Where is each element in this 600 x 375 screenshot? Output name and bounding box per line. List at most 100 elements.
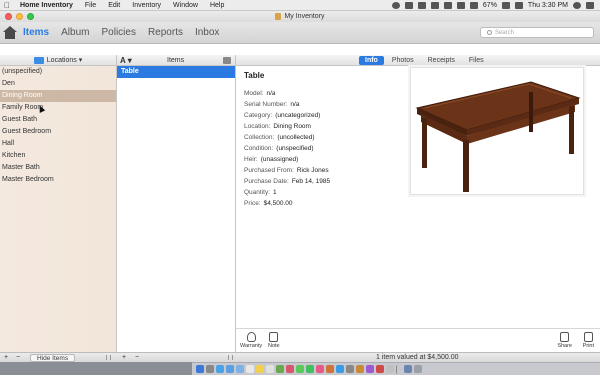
spotlight-icon[interactable]: [573, 1, 581, 9]
item-photo[interactable]: [410, 67, 584, 195]
field-label: Purchase Date:: [244, 178, 289, 185]
locations-header-label: Locations ▾: [46, 57, 83, 64]
messages-icon[interactable]: [296, 365, 304, 373]
document-icon: [275, 13, 282, 20]
system-preferences-icon[interactable]: [346, 365, 354, 373]
display-icon[interactable]: [404, 1, 413, 9]
location-item[interactable]: Kitchen: [0, 150, 116, 162]
app-icon[interactable]: [386, 365, 394, 373]
maps-icon[interactable]: [276, 365, 284, 373]
field-value: 1: [273, 189, 277, 196]
tab-receipts[interactable]: Receipts: [422, 56, 461, 65]
field-purchase-date: Purchase Date: Feb 14, 1985: [244, 176, 414, 187]
tab-album[interactable]: Album: [55, 22, 95, 44]
field-location: Location: Dining Room: [244, 121, 414, 132]
timemachine-icon[interactable]: [430, 1, 439, 9]
location-item[interactable]: Den: [0, 78, 116, 90]
contacts-icon[interactable]: [236, 365, 244, 373]
volume-icon[interactable]: [469, 1, 478, 9]
item-row-selected[interactable]: Table: [117, 66, 235, 78]
flag-icon[interactable]: [514, 1, 523, 9]
item-details: Table Model: n/a Serial Number: n/a Catego…: [244, 71, 414, 209]
menu-app-name[interactable]: Home Inventory: [14, 0, 79, 11]
app-window: My Inventory Items Album Policies Report…: [0, 11, 600, 362]
resize-grip-icon[interactable]: [106, 355, 111, 360]
add-location-button[interactable]: +: [4, 353, 8, 362]
finder-icon[interactable]: [196, 365, 204, 373]
notes-icon[interactable]: [256, 365, 264, 373]
menu-edit[interactable]: Edit: [102, 0, 126, 11]
calendar-icon[interactable]: [246, 365, 254, 373]
print-label: Print: [582, 343, 594, 349]
sort-button[interactable]: A ▾: [120, 56, 132, 65]
photos-icon[interactable]: [286, 365, 294, 373]
location-item[interactable]: Family Room: [0, 102, 116, 114]
field-value: $4,500.00: [263, 200, 293, 207]
location-item[interactable]: (unspecified): [0, 66, 116, 78]
facetime-icon[interactable]: [306, 365, 314, 373]
app-store-icon[interactable]: [336, 365, 344, 373]
location-item-selected[interactable]: Dining Room: [0, 90, 116, 102]
airplay-icon[interactable]: [443, 1, 452, 9]
home-inventory-app-icon[interactable]: [356, 365, 364, 373]
clock[interactable]: Thu 3:30 PM: [528, 0, 568, 11]
menu-window[interactable]: Window: [167, 0, 204, 11]
tab-files[interactable]: Files: [463, 56, 490, 65]
field-value: n/a: [266, 90, 276, 97]
tab-items[interactable]: Items: [17, 22, 55, 44]
location-item[interactable]: Master Bedroom: [0, 174, 116, 186]
ibooks-icon[interactable]: [326, 365, 334, 373]
dock-separator: [396, 364, 402, 374]
hide-items-button[interactable]: Hide Items: [30, 354, 76, 362]
tab-policies[interactable]: Policies: [95, 22, 141, 44]
locations-header[interactable]: Locations ▾: [0, 55, 116, 66]
note-button[interactable]: Note: [268, 332, 280, 349]
menubar:  Home Inventory File Edit Inventory Win…: [0, 0, 600, 11]
wifi-icon[interactable]: [456, 1, 465, 9]
resize-grip-icon[interactable]: [228, 355, 233, 360]
minimize-button[interactable]: [16, 13, 23, 20]
tab-inbox[interactable]: Inbox: [189, 22, 225, 44]
mail-icon[interactable]: [226, 365, 234, 373]
remove-location-button[interactable]: −: [16, 353, 20, 362]
print-button[interactable]: Print: [583, 332, 594, 349]
menu-help[interactable]: Help: [204, 0, 230, 11]
menu-inventory[interactable]: Inventory: [126, 0, 167, 11]
launchpad-icon[interactable]: [206, 365, 214, 373]
field-value: (unassigned): [260, 156, 299, 163]
battery-percent[interactable]: 67%: [483, 0, 497, 11]
share-icon: [560, 332, 570, 342]
share-button[interactable]: Share: [557, 332, 572, 349]
home-icon[interactable]: [3, 25, 17, 40]
tab-reports[interactable]: Reports: [142, 22, 189, 44]
battery-icon[interactable]: [501, 1, 510, 9]
field-label: Model:: [244, 90, 264, 97]
app-icon[interactable]: [366, 365, 374, 373]
itunes-icon[interactable]: [316, 365, 324, 373]
zoom-button[interactable]: [27, 13, 34, 20]
trash-icon[interactable]: [414, 365, 422, 373]
safari-icon[interactable]: [216, 365, 224, 373]
record-icon[interactable]: [391, 1, 400, 9]
remove-item-button[interactable]: −: [135, 353, 139, 362]
field-category: Category: (uncategorized): [244, 110, 414, 121]
add-item-button[interactable]: +: [122, 353, 126, 362]
apple-menu-icon[interactable]: : [0, 1, 14, 10]
bluetooth-icon[interactable]: [417, 1, 426, 9]
view-options-icon[interactable]: [223, 56, 231, 64]
close-button[interactable]: [5, 13, 12, 20]
menu-file[interactable]: File: [79, 0, 102, 11]
tab-photos[interactable]: Photos: [386, 56, 420, 65]
search-input[interactable]: Search: [480, 27, 594, 38]
tab-info[interactable]: Info: [359, 55, 384, 65]
location-item[interactable]: Guest Bedroom: [0, 126, 116, 138]
location-item[interactable]: Master Bath: [0, 162, 116, 174]
app-icon[interactable]: [376, 365, 384, 373]
location-item[interactable]: Guest Bath: [0, 114, 116, 126]
downloads-stack-icon[interactable]: [404, 365, 412, 373]
notification-center-icon[interactable]: [586, 1, 594, 9]
reminders-icon[interactable]: [266, 365, 274, 373]
warranty-button[interactable]: Warranty: [240, 332, 262, 349]
location-item[interactable]: Hall: [0, 138, 116, 150]
field-label: Condition:: [244, 145, 274, 152]
